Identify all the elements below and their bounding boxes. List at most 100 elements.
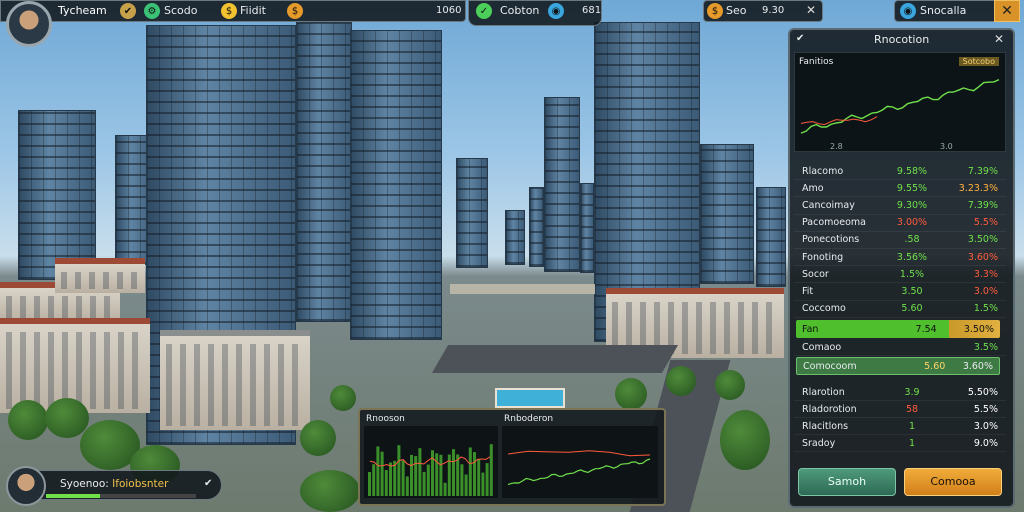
check-icon[interactable]: ✔ xyxy=(120,3,136,19)
volume-bar xyxy=(443,482,447,496)
skyscraper xyxy=(544,97,580,272)
expand-icon[interactable]: ✔ xyxy=(204,478,212,489)
tree xyxy=(666,366,696,396)
row-label: Coccomo xyxy=(802,303,846,315)
volume-bar xyxy=(426,464,430,496)
leaf-icon[interactable]: ✓ xyxy=(476,3,492,19)
highlight-row[interactable]: Fan 7.54 3.50% xyxy=(796,320,1000,338)
row-value-1: .58 xyxy=(904,234,920,246)
row-value-2: 5.5% xyxy=(973,217,998,229)
collapse-icon[interactable]: ✔ xyxy=(796,33,804,44)
center-label: Cobton xyxy=(500,4,540,17)
row-value-1: 9.30% xyxy=(896,199,928,211)
skyscraper xyxy=(18,110,96,280)
gold-icon[interactable]: $ xyxy=(707,3,723,19)
row-value-2: 3.0% xyxy=(973,420,998,432)
bottom-chart-right-title: Rnboderon xyxy=(504,414,554,424)
row-label: Fit xyxy=(802,285,814,297)
volume-bar xyxy=(389,462,392,496)
stat-label-1: Scodo xyxy=(164,4,198,17)
low-building xyxy=(55,258,145,293)
row-value-2: 5.5% xyxy=(973,403,998,415)
volume-bar xyxy=(410,454,413,496)
volume-bar xyxy=(397,445,401,496)
table-row[interactable]: Rlarotion 3.9 5.50% xyxy=(794,384,1006,401)
volume-bar xyxy=(376,446,380,496)
skyscraper xyxy=(350,30,442,340)
volume-bar xyxy=(405,476,409,496)
green-row[interactable]: Comocoom 5.60 3.60% xyxy=(796,357,1000,375)
volume-bar xyxy=(460,464,464,496)
advisor-avatar[interactable] xyxy=(6,466,46,506)
table-row[interactable]: Sradoy 1 9.0% xyxy=(794,435,1006,452)
close-icon[interactable]: ✕ xyxy=(806,3,816,17)
close-button[interactable]: ✕ xyxy=(994,0,1020,22)
table-row[interactable]: Rlacitlons 1 3.0% xyxy=(794,418,1006,435)
market-chart-svg xyxy=(800,78,1000,134)
samoh-button[interactable]: Samoh xyxy=(798,468,896,496)
table-row[interactable]: Socor 1.5% 3.3% xyxy=(794,266,1006,284)
close-icon[interactable]: ✕ xyxy=(994,32,1004,46)
volume-bar xyxy=(452,449,455,496)
stat-label-2: Fiidit xyxy=(240,4,266,17)
chart-xtick: 3.0 xyxy=(940,142,953,151)
row-value-1: 3.00% xyxy=(896,217,928,229)
row-value-1: 1 xyxy=(908,437,916,449)
green-label: Comocoom xyxy=(803,360,857,372)
table-row[interactable]: Comaoo 3.5% xyxy=(794,340,1006,356)
row-value-2: 3.3% xyxy=(973,268,998,280)
stats-table: Rlacomo 9.58% 7.39% Amo 9.55% 3.23.3% Cancoima… xyxy=(794,163,1006,318)
row-value: 3.5% xyxy=(973,342,998,353)
bottom-chart-title: Rnooson xyxy=(366,414,405,424)
row-value-1: 9.58% xyxy=(896,165,928,177)
trend-chart xyxy=(502,426,658,498)
row-value-2: 3.23.3% xyxy=(958,182,998,194)
row-label: Socor xyxy=(802,268,829,280)
table-row[interactable]: Fonoting 3.56% 3.60% xyxy=(794,249,1006,267)
pool xyxy=(495,388,565,408)
row-label: Rlarotion xyxy=(802,386,845,398)
volume-bar xyxy=(401,460,405,496)
resource-value: 9.30 xyxy=(762,5,785,16)
table-row[interactable]: Ponecotions .58 3.50% xyxy=(794,232,1006,249)
volume-bar xyxy=(477,458,481,496)
table-row[interactable]: Fit 3.50 3.0% xyxy=(794,283,1006,301)
gold-icon[interactable]: $ xyxy=(287,3,303,19)
volume-bar xyxy=(464,474,468,496)
globe-icon[interactable]: ◉ xyxy=(900,3,916,19)
notice-label: Snocalla xyxy=(920,4,967,17)
skyscraper xyxy=(580,183,594,273)
table-row[interactable]: Cancoimay 9.30% 7.39% xyxy=(794,197,1006,215)
table-row[interactable]: Amo 9.55% 3.23.3% xyxy=(794,180,1006,198)
volume-bar xyxy=(489,444,493,496)
comooa-button[interactable]: Comooa xyxy=(904,468,1002,496)
row-label: Ponecotions xyxy=(802,234,860,246)
tree xyxy=(330,385,356,411)
advisor-progress-bar xyxy=(46,494,196,498)
bridge xyxy=(450,284,595,294)
volume-bar xyxy=(439,454,443,496)
player-avatar[interactable] xyxy=(6,1,52,47)
skyscraper xyxy=(296,22,352,322)
row-value-2: 3.60% xyxy=(967,251,998,263)
globe-icon[interactable]: ◉ xyxy=(548,3,564,19)
volume-bar xyxy=(481,472,485,496)
volume-bar xyxy=(473,452,476,496)
table-row[interactable]: Rlacomo 9.58% 7.39% xyxy=(794,163,1006,181)
tree xyxy=(300,420,336,456)
settings-icon[interactable]: ⚙ xyxy=(144,3,160,19)
table-row[interactable]: Pacomoeoma 3.00% 5.5% xyxy=(794,215,1006,232)
row-label: Rlacitlons xyxy=(802,420,849,432)
row-label: Rlacomo xyxy=(802,165,844,177)
skyscraper xyxy=(700,144,754,284)
highlight-v2: 3.50% xyxy=(963,323,994,335)
coin-icon[interactable]: $ xyxy=(221,3,237,19)
table-row[interactable]: Coccomo 5.60 1.5% xyxy=(794,301,1006,318)
row-label: Sradoy xyxy=(802,437,836,449)
row-label: Rladorotion xyxy=(802,403,857,415)
volume-bar xyxy=(368,472,371,496)
table-row[interactable]: Rladorotion 58 5.5% xyxy=(794,401,1006,418)
highlight-v1: 7.54 xyxy=(915,323,937,335)
tree xyxy=(720,410,770,470)
volume-bar xyxy=(431,450,434,496)
